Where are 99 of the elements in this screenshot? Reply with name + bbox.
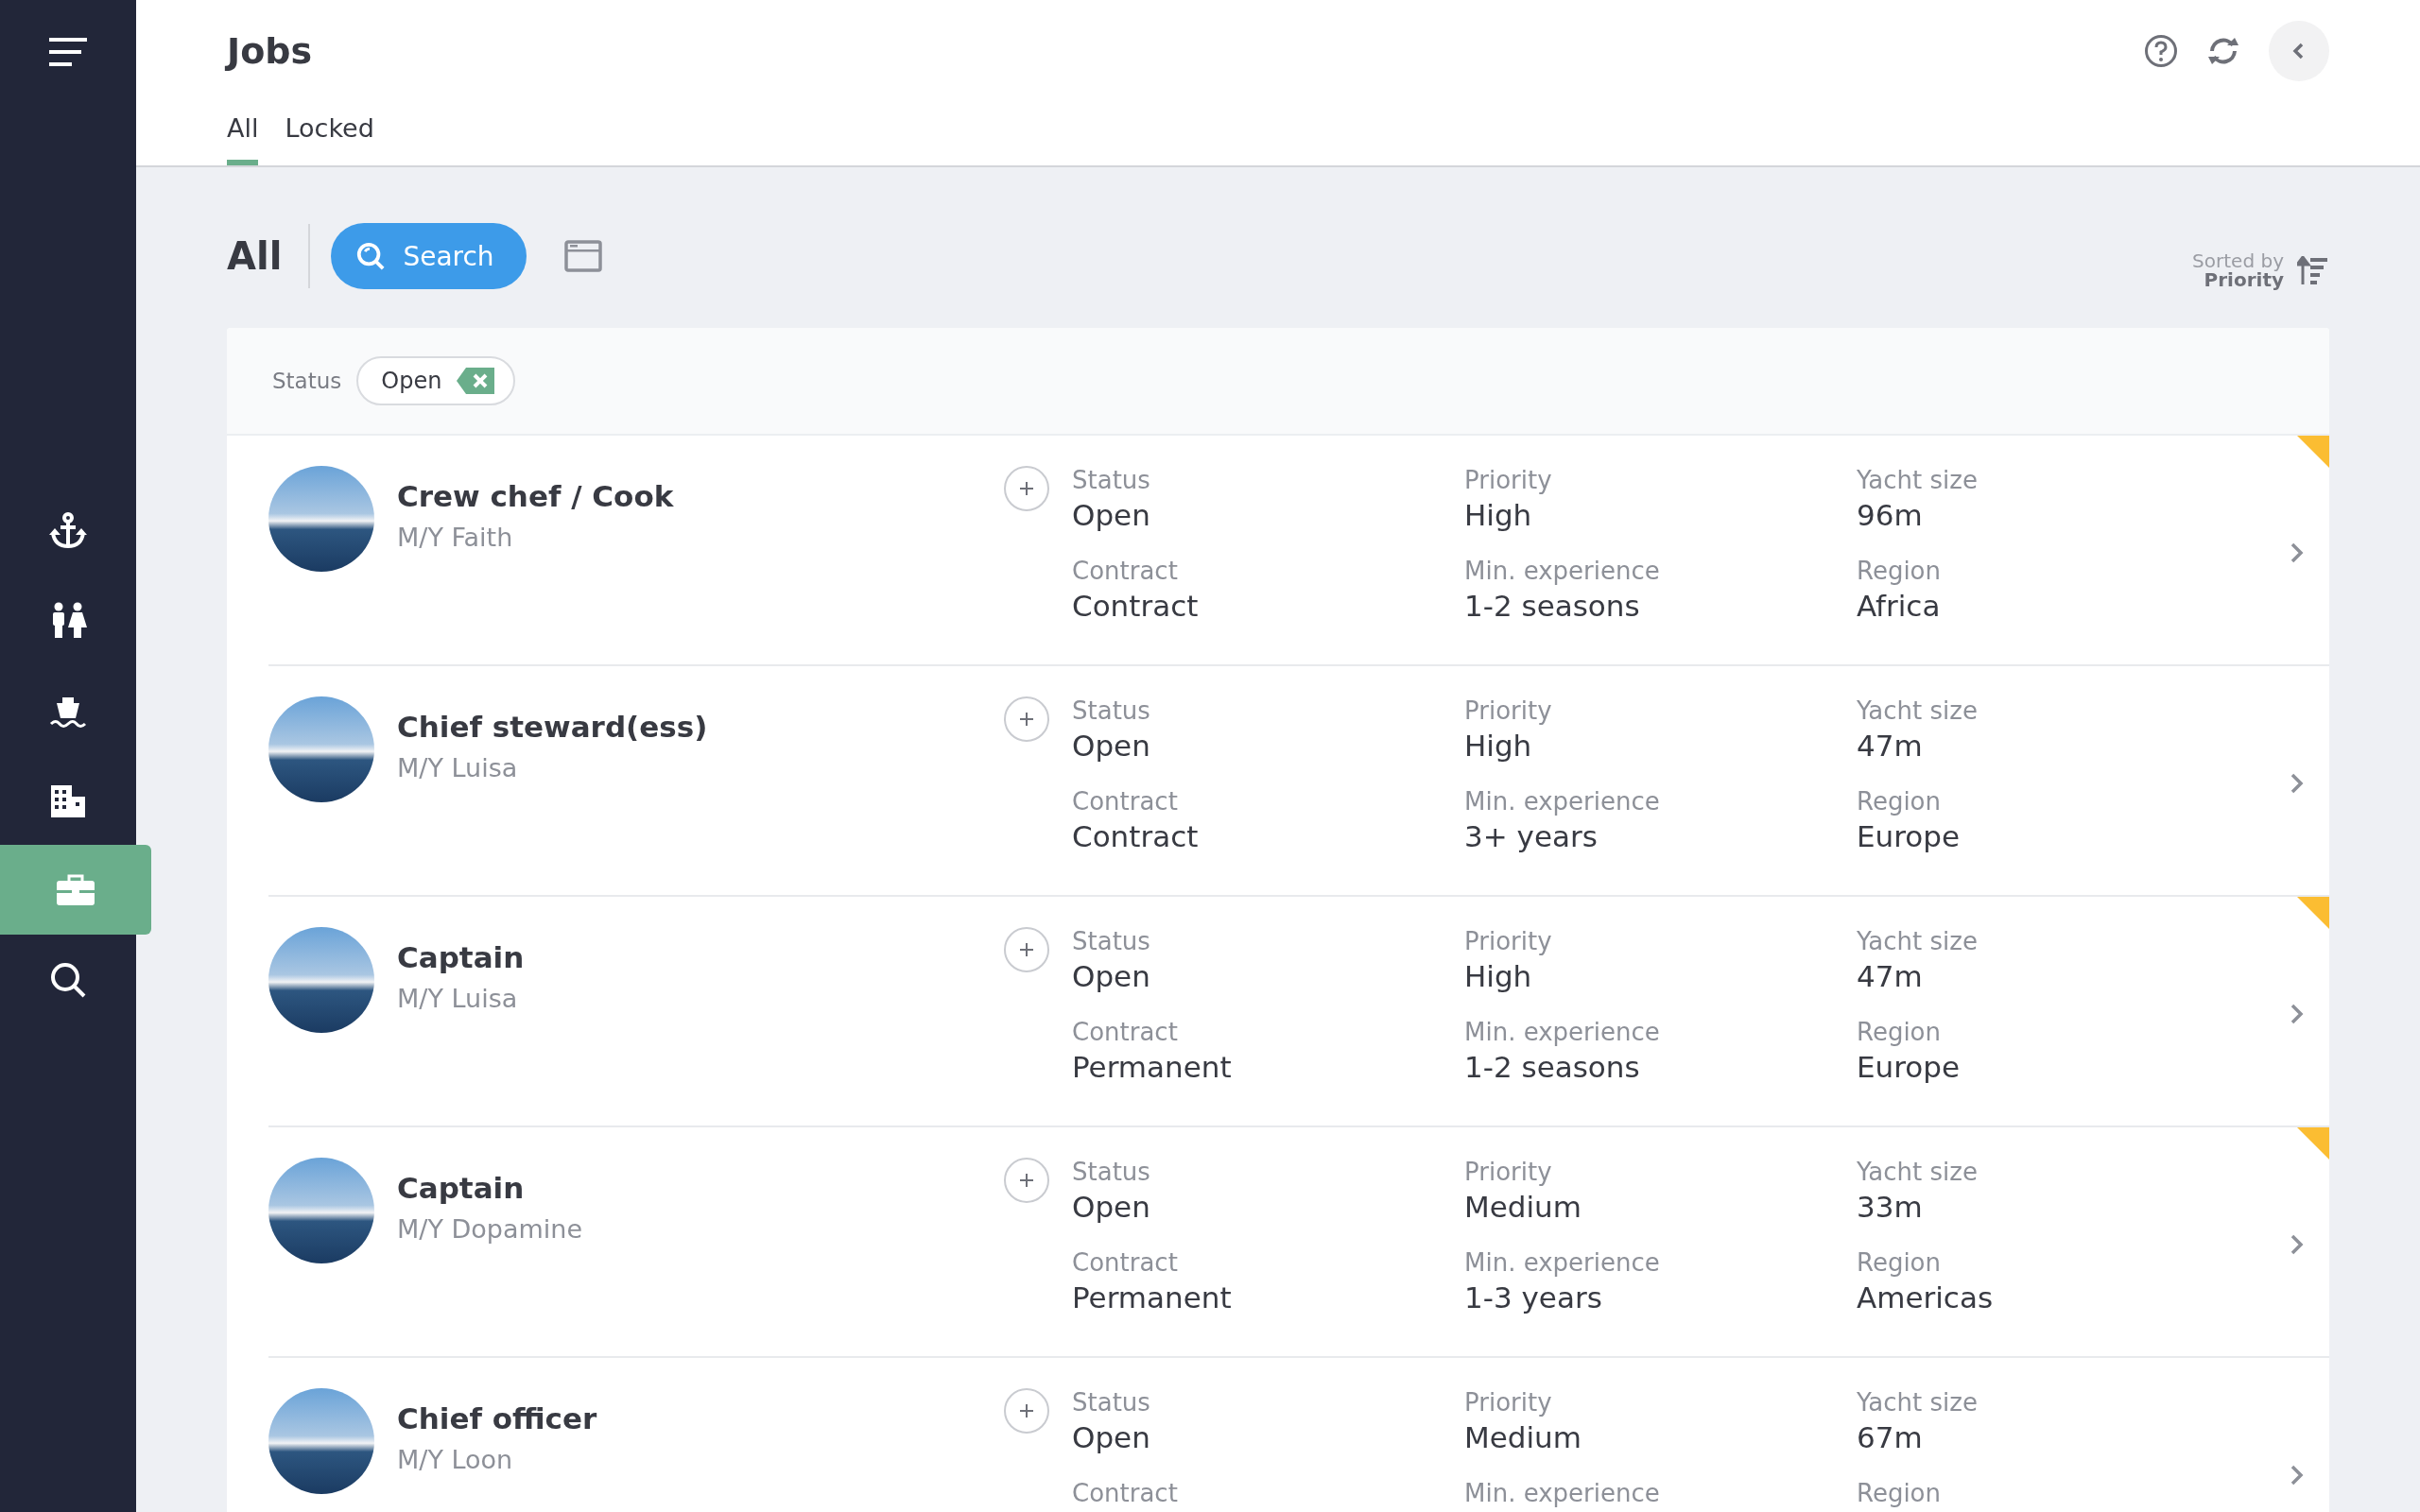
job-row[interactable]: Captain M/Y Dopamine Status Open Priority Medium Yacht size 33m Contract Permanent Min. experience 1-3 years Region Americas — [268, 1127, 2329, 1358]
field-value: Open — [1072, 959, 1151, 993]
field-label: Priority — [1464, 696, 1553, 725]
field-value: Open — [1072, 498, 1151, 532]
field-value: 3+ years — [1464, 819, 1599, 853]
add-button[interactable] — [1004, 466, 1049, 511]
sort-label: Sorted by — [2192, 251, 2284, 270]
field-label: Region — [1857, 557, 1942, 585]
field-label: Region — [1857, 1018, 1942, 1046]
field-value: Contract — [1072, 819, 1200, 853]
add-button[interactable] — [1004, 1388, 1049, 1434]
field-value: 1-3 years — [1464, 1280, 1603, 1314]
field-label: Region — [1857, 1479, 1942, 1507]
page-title: Jobs — [227, 30, 313, 72]
field-value: Open — [1072, 1190, 1151, 1224]
field-value: 47m — [1857, 729, 1924, 763]
plus-icon — [1017, 1401, 1036, 1420]
field-label: Priority — [1464, 927, 1553, 955]
yacht-name: M/Y Luisa — [397, 753, 519, 782]
field-value: 96m — [1857, 498, 1924, 532]
add-button[interactable] — [1004, 927, 1049, 972]
field-value: Permanent — [1072, 1280, 1233, 1314]
tab[interactable]: Locked — [285, 102, 374, 165]
field-label: Contract — [1072, 1018, 1179, 1046]
field-label: Status — [1072, 1158, 1151, 1186]
field-label: Status — [1072, 696, 1151, 725]
field-label: Priority — [1464, 1388, 1553, 1417]
field-value: High — [1464, 729, 1533, 763]
field-value: Medium — [1464, 1190, 1582, 1224]
field-value: 1-2 seasons — [1464, 1050, 1641, 1084]
field-value: Americas — [1857, 1280, 1995, 1314]
field-value: Contract — [1072, 589, 1200, 623]
search-icon — [49, 960, 87, 999]
field-value: Europe — [1857, 819, 1961, 853]
tab[interactable]: All — [227, 102, 259, 165]
field-label: Status — [1072, 927, 1151, 955]
filter-value: Open — [381, 368, 442, 394]
chevron-left-icon — [2292, 43, 2304, 60]
job-row[interactable]: Captain M/Y Luisa Status Open Priority High Yacht size 47m Contract Permanent Min. experience 1-2 seasons Region Europe — [268, 897, 2329, 1127]
job-title: Chief steward(ess) — [397, 710, 709, 744]
field-value: Open — [1072, 1420, 1151, 1454]
job-row[interactable]: Crew chef / Cook M/Y Faith Status Open Priority High Yacht size 96m Contract Contract Min. experience 1-2 seasons Region Africa — [268, 436, 2329, 666]
field-value: Europe — [1857, 1050, 1961, 1084]
field-label: Region — [1857, 787, 1942, 816]
job-title: Captain — [397, 1171, 526, 1205]
job-row[interactable]: Chief officer M/Y Loon Status Open Priority Medium Yacht size 67m Contract Min. experience Region — [268, 1358, 2329, 1512]
job-title: Crew chef / Cook — [397, 479, 675, 513]
field-label: Priority — [1464, 466, 1553, 494]
field-value: Open — [1072, 729, 1151, 763]
field-label: Min. experience — [1464, 1479, 1661, 1507]
job-title: Chief officer — [397, 1401, 598, 1435]
field-label: Priority — [1464, 1158, 1553, 1186]
field-value: Africa — [1857, 589, 1942, 623]
remove-filter-icon[interactable] — [457, 368, 495, 394]
field-label: Status — [1072, 466, 1151, 494]
field-label: Contract — [1072, 787, 1179, 816]
yacht-name: M/Y Loon — [397, 1445, 514, 1474]
menu-icon[interactable] — [49, 38, 87, 66]
field-label: Region — [1857, 1248, 1942, 1277]
sort-icon[interactable] — [2297, 256, 2329, 284]
field-label: Contract — [1072, 1248, 1179, 1277]
add-button[interactable] — [1004, 696, 1049, 742]
list-heading: All — [227, 234, 283, 278]
field-value: High — [1464, 959, 1533, 993]
field-label: Contract — [1072, 1479, 1179, 1507]
field-label: Min. experience — [1464, 787, 1661, 816]
field-label: Yacht size — [1857, 466, 1979, 494]
plus-icon — [1017, 940, 1036, 959]
job-row[interactable]: Chief steward(ess) M/Y Luisa Status Open Priority High Yacht size 47m Contract Contract Min. experience 3+ years Region Europe — [268, 666, 2329, 897]
field-value: 67m — [1857, 1420, 1924, 1454]
field-label: Yacht size — [1857, 1158, 1979, 1186]
add-button[interactable] — [1004, 1158, 1049, 1203]
search-icon — [355, 241, 387, 271]
field-value: 47m — [1857, 959, 1924, 993]
field-label: Contract — [1072, 557, 1179, 585]
field-label: Status — [1072, 1388, 1151, 1417]
plus-icon — [1017, 1171, 1036, 1190]
field-label: Yacht size — [1857, 1388, 1979, 1417]
yacht-name: M/Y Faith — [397, 523, 514, 552]
yacht-name: M/Y Dopamine — [397, 1214, 583, 1244]
sort-value[interactable]: Priority — [2204, 270, 2284, 289]
field-label: Min. experience — [1464, 1018, 1661, 1046]
field-value: Medium — [1464, 1420, 1582, 1454]
plus-icon — [1017, 479, 1036, 498]
window-icon[interactable] — [563, 240, 602, 272]
help-icon[interactable] — [2144, 34, 2178, 68]
field-label: Min. experience — [1464, 1248, 1661, 1277]
field-value: 1-2 seasons — [1464, 589, 1641, 623]
job-title: Captain — [397, 940, 526, 974]
filter-label: Status — [272, 369, 342, 393]
field-label: Min. experience — [1464, 557, 1661, 585]
yacht-name: M/Y Luisa — [397, 984, 519, 1013]
field-label: Yacht size — [1857, 927, 1979, 955]
field-value: Permanent — [1072, 1050, 1233, 1084]
anchor-icon — [49, 511, 87, 550]
field-label: Yacht size — [1857, 696, 1979, 725]
plus-icon — [1017, 710, 1036, 729]
field-value: High — [1464, 498, 1533, 532]
field-value: 33m — [1857, 1190, 1924, 1224]
